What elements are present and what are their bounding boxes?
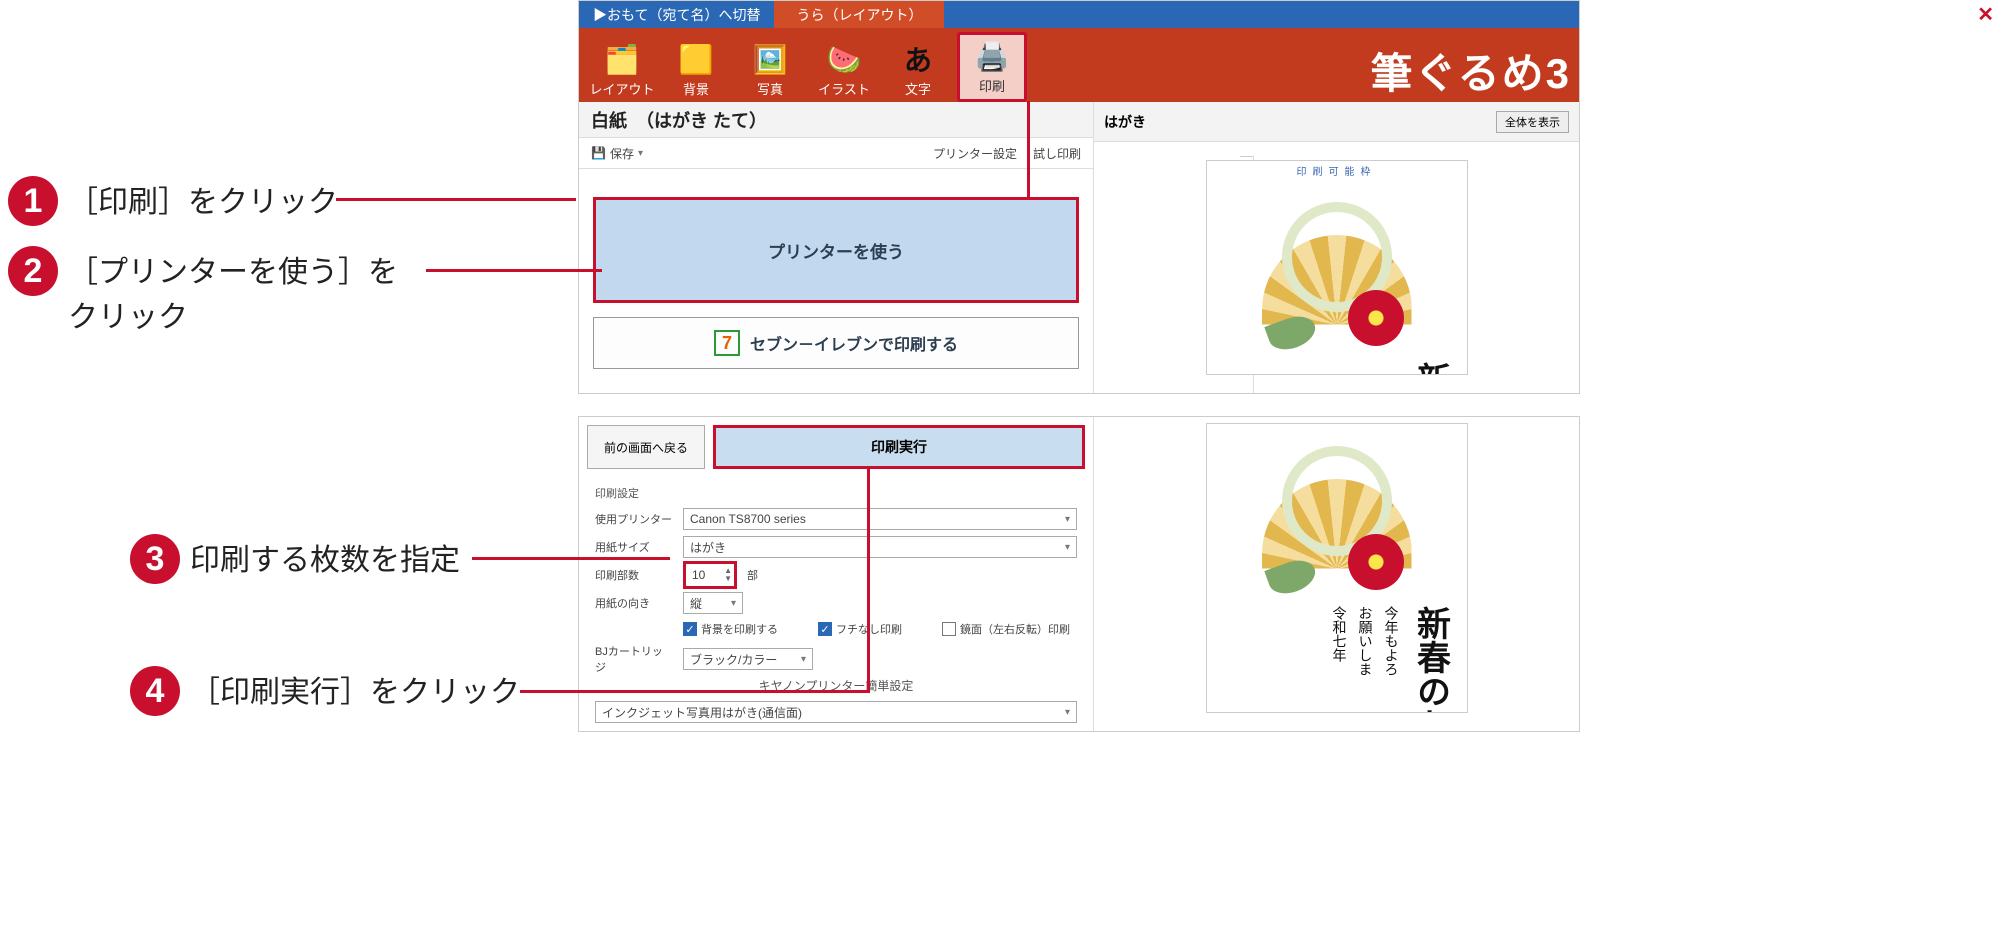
tool-photo[interactable]: 🖼️ 写真 <box>735 32 805 102</box>
step-1-line <box>336 198 576 201</box>
step-2-line <box>426 269 602 272</box>
greeting-sub3: 令和七年 <box>1328 606 1348 713</box>
preview-title: はがき <box>1104 112 1146 132</box>
step-1-text: ［印刷］をクリック <box>68 176 338 225</box>
chevron-down-icon: ▾ <box>801 654 806 665</box>
greeting-sub1: 今年もよろ <box>1380 606 1400 713</box>
step-2-num: 2 <box>8 246 58 296</box>
chevron-down-icon: ▾ <box>1065 514 1070 525</box>
layout-icon: 🗂️ <box>598 39 646 79</box>
seven-eleven-icon: 7 <box>714 330 740 356</box>
copies-unit: 部 <box>747 567 758 583</box>
chevron-down-icon: ▾ <box>1065 542 1070 553</box>
step-4-num: 4 <box>130 666 180 716</box>
step-3-text: 印刷する枚数を指定 <box>190 534 460 583</box>
step-3-line <box>472 557 670 560</box>
checkbox-mirror[interactable]: 鏡面（左右反転）印刷 <box>942 621 1070 637</box>
tool-layout[interactable]: 🗂️ レイアウト <box>587 32 657 102</box>
step-1: 1 ［印刷］をクリック <box>8 176 338 226</box>
step-2-text: ［プリンターを使う］を クリック <box>68 246 398 340</box>
checkbox-icon <box>942 622 956 636</box>
seven-eleven-button[interactable]: 7 セブン－イレブンで印刷する <box>593 317 1079 369</box>
close-icon[interactable]: ✕ <box>1977 2 1994 27</box>
checkbox-icon: ✓ <box>818 622 832 636</box>
back-button[interactable]: 前の画面へ戻る <box>587 425 705 469</box>
checkbox-icon: ✓ <box>683 622 697 636</box>
spinner-arrows-icon: ▲▼ <box>724 567 732 583</box>
select-orientation[interactable]: 縦▾ <box>683 592 743 614</box>
section-header-left: 白紙 （はがき たて） <box>579 102 1093 138</box>
label-printer: 使用プリンター <box>595 511 673 527</box>
save-button[interactable]: 💾 保存 ▾ <box>591 145 643 162</box>
tool-illust[interactable]: 🍉 イラスト <box>809 32 879 102</box>
newyear-art <box>1252 186 1422 356</box>
select-printer[interactable]: Canon TS8700 series▾ <box>683 508 1077 530</box>
mode-tabs: ▶おもて（宛て名）へ切替 うら（レイアウト） <box>579 1 1579 28</box>
chevron-down-icon: ▾ <box>731 598 736 609</box>
greeting-main: 新春のお慶びを申し上げ <box>1406 606 1455 713</box>
screenshot-panel-1: ▶おもて（宛て名）へ切替 うら（レイアウト） 🗂️ レイアウト 🟨 背景 🖼️ … <box>578 0 1580 394</box>
label-orientation: 用紙の向き <box>595 595 673 611</box>
tab-ura[interactable]: うら（レイアウト） <box>774 1 944 28</box>
save-icon: 💾 <box>591 146 606 160</box>
step-1-vline <box>1027 101 1030 197</box>
newyear-art <box>1252 430 1422 600</box>
tab-omote[interactable]: ▶おもて（宛て名）へ切替 <box>579 1 774 28</box>
hagaki-preview-2: 令和七年 お願いしま 今年もよろ 新春のお慶びを申し上げ <box>1206 423 1468 713</box>
print-choice-area: プリンターを使う 7 セブン－イレブンで印刷する <box>579 169 1093 393</box>
illust-icon: 🍉 <box>820 39 868 79</box>
label-bj-cartridge: BJカートリッジ <box>595 643 673 675</box>
step-3: 3 印刷する枚数を指定 <box>130 534 460 584</box>
select-media-type[interactable]: インクジェット写真用はがき(通信面)▾ <box>595 701 1077 723</box>
use-printer-button[interactable]: プリンターを使う <box>593 197 1079 303</box>
print-icon: 🖨️ <box>968 36 1016 76</box>
camellia-icon <box>1348 290 1404 346</box>
chevron-down-icon: ▾ <box>1065 707 1070 718</box>
camellia-icon <box>1348 534 1404 590</box>
checkbox-borderless[interactable]: ✓ フチなし印刷 <box>818 621 902 637</box>
fit-view-button[interactable]: 全体を表示 <box>1496 111 1569 133</box>
main-toolbar: 🗂️ レイアウト 🟨 背景 🖼️ 写真 🍉 イラスト あ 文字 🖨️ 印刷 筆ぐ… <box>579 28 1579 102</box>
greeting-sub2: お願いしま <box>1354 606 1374 713</box>
step-4: 4 ［印刷実行］をクリック <box>130 666 520 716</box>
select-bj-cartridge[interactable]: ブラック/カラー▾ <box>683 648 813 670</box>
text-icon: あ <box>894 39 942 79</box>
step-4-vline <box>867 467 870 693</box>
under-bar: 💾 保存 ▾ プリンター設定 試し印刷 <box>579 138 1093 169</box>
label-copies: 印刷部数 <box>595 567 673 583</box>
preview-column-2: 令和七年 お願いしま 今年もよろ 新春のお慶びを申し上げ <box>1093 417 1579 731</box>
chevron-down-icon: ▾ <box>638 148 643 159</box>
preview-column: はがき 全体を表示 印刷可能枠 新春のお慶 <box>1093 102 1579 393</box>
printer-settings-button[interactable]: プリンター設定 <box>933 145 1017 162</box>
tool-text[interactable]: あ 文字 <box>883 32 953 102</box>
step-3-num: 3 <box>130 534 180 584</box>
tool-print[interactable]: 🖨️ 印刷 <box>957 32 1027 102</box>
tool-background[interactable]: 🟨 背景 <box>661 32 731 102</box>
paper-title: 白紙 （はがき たて） <box>591 107 767 133</box>
screenshot-panel-2: 前の画面へ戻る 印刷実行 印刷設定 使用プリンター Canon TS8700 s… <box>578 416 1580 732</box>
hagaki-preview: 印刷可能枠 新春のお慶 <box>1206 160 1468 375</box>
photo-icon: 🖼️ <box>746 39 794 79</box>
brand-title: 筆ぐるめ3 <box>1370 40 1571 101</box>
copies-spinner[interactable]: 10 ▲▼ <box>683 561 737 589</box>
background-icon: 🟨 <box>672 39 720 79</box>
checkbox-print-bg[interactable]: ✓ 背景を印刷する <box>683 621 778 637</box>
printable-banner: 印刷可能枠 <box>1207 161 1467 180</box>
step-4-text: ［印刷実行］をクリック <box>190 666 520 715</box>
test-print-button[interactable]: 試し印刷 <box>1033 145 1081 162</box>
step-1-num: 1 <box>8 176 58 226</box>
step-2: 2 ［プリンターを使う］を クリック <box>8 246 398 340</box>
group-print-settings: 印刷設定 <box>595 485 1077 501</box>
step-4-line <box>520 690 870 693</box>
greeting-main: 新春のお慶 <box>1406 362 1455 375</box>
select-paper-size[interactable]: はがき▾ <box>683 536 1077 558</box>
execute-print-button[interactable]: 印刷実行 <box>713 425 1085 469</box>
label-paper-size: 用紙サイズ <box>595 539 673 555</box>
